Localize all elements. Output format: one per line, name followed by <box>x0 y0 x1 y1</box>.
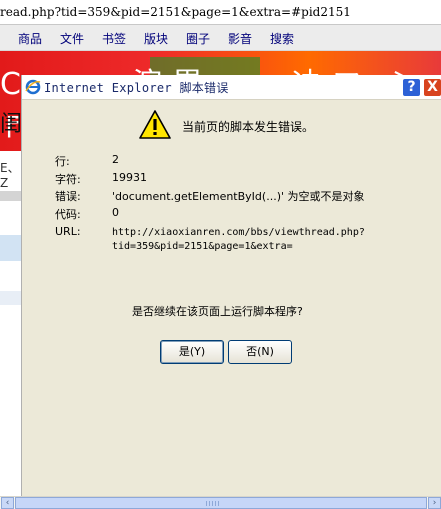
continue-question: 是否继续在该页面上运行脚本程序? <box>132 305 303 318</box>
scroll-thumb[interactable] <box>15 497 427 509</box>
page-left-column: E、Z <box>0 151 22 509</box>
code-label: 代码: <box>55 208 81 221</box>
error-label: 错误: <box>55 190 81 203</box>
char-value: 19931 <box>112 171 147 184</box>
left-blue-bar <box>0 235 22 261</box>
nav-item-search[interactable]: 搜索 <box>270 30 294 47</box>
address-bar[interactable]: read.php?tid=359&pid=2151&page=1&extra=#… <box>0 0 441 25</box>
yes-button[interactable]: 是(Y) <box>160 340 224 364</box>
nav-item-circles[interactable]: 圈子 <box>186 30 210 47</box>
no-button[interactable]: 否(N) <box>228 340 292 364</box>
ie-logo-icon <box>25 79 41 95</box>
scroll-right-arrow-icon[interactable]: › <box>428 497 441 509</box>
char-label: 字符: <box>55 173 81 186</box>
nav-item-media[interactable]: 影音 <box>228 30 252 47</box>
line-value: 2 <box>112 153 119 166</box>
scroll-left-arrow-icon[interactable]: ‹ <box>1 497 14 509</box>
dialog-titlebar[interactable]: Internet Explorer 脚本错误 ? X <box>22 75 441 100</box>
warning-icon <box>139 110 171 139</box>
scroll-grip <box>206 501 220 506</box>
nav-item-products[interactable]: 商品 <box>18 30 42 47</box>
banner-left-text: 闺 <box>0 112 23 137</box>
nav-item-files[interactable]: 文件 <box>60 30 84 47</box>
url-label: URL: <box>55 225 81 238</box>
close-button[interactable]: X <box>423 78 441 97</box>
error-heading: 当前页的脚本发生错误。 <box>182 120 315 134</box>
site-nav: 商品 文件 书签 版块 圈子 影音 搜索 <box>0 25 441 51</box>
left-text-fragment: E、Z <box>0 161 20 190</box>
script-error-dialog: Internet Explorer 脚本错误 ? X 当前页的脚本发生错误。 行… <box>22 75 441 509</box>
dialog-title: Internet Explorer 脚本错误 <box>44 81 229 95</box>
code-value: 0 <box>112 206 119 219</box>
nav-item-boards[interactable]: 版块 <box>144 30 168 47</box>
line-label: 行: <box>55 155 70 168</box>
address-text: read.php?tid=359&pid=2151&page=1&extra=#… <box>0 5 351 19</box>
nav-item-bookmarks[interactable]: 书签 <box>102 30 126 47</box>
url-value-line1: http://xiaoxianren.com/bbs/viewthread.ph… <box>112 227 365 238</box>
help-button[interactable]: ? <box>402 78 421 97</box>
left-divider <box>0 191 22 201</box>
horizontal-scrollbar[interactable]: ‹ › <box>0 496 441 509</box>
left-light-bar <box>0 291 22 305</box>
error-value: 'document.getElementById(...)' 为空或不是对象 <box>112 190 365 203</box>
url-value-line2: tid=359&pid=2151&page=1&extra= <box>112 241 293 252</box>
